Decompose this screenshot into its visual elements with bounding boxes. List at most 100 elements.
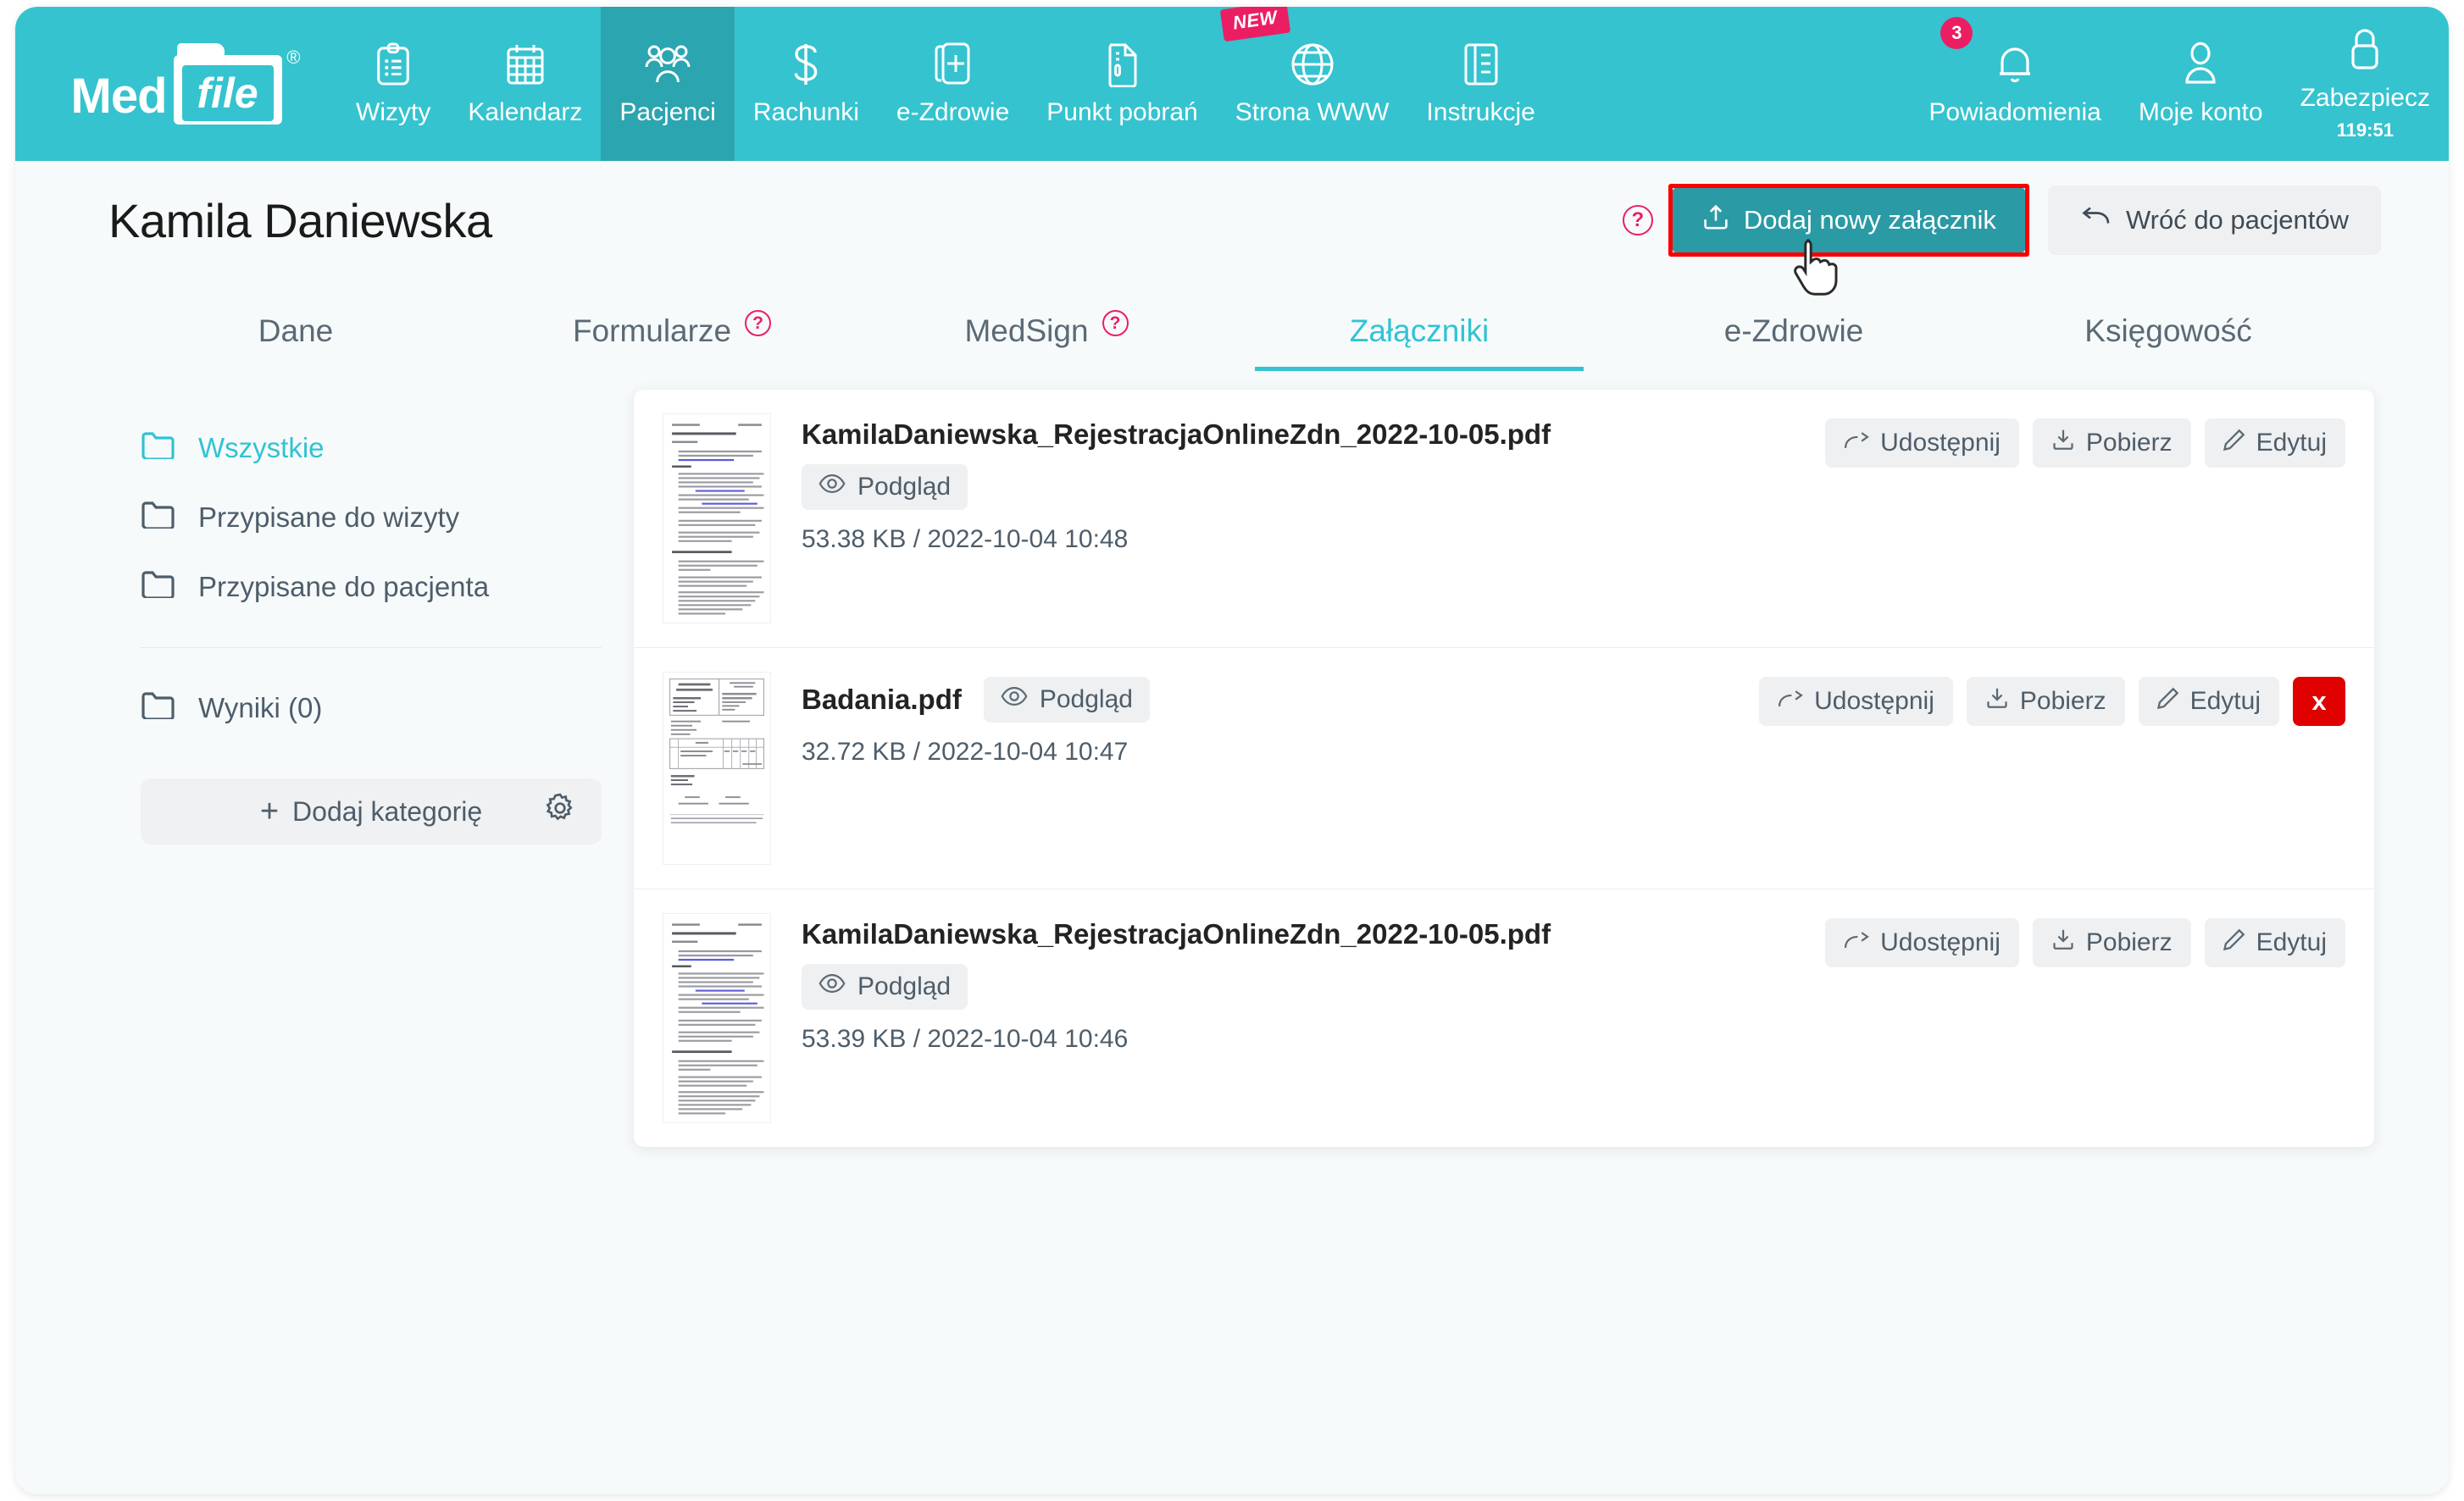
- document-thumbnail[interactable]: [663, 413, 771, 623]
- health-card-icon: [935, 41, 972, 88]
- row-actions: Udostępnij Pobierz: [1825, 913, 2345, 968]
- add-attachment-button[interactable]: Dodaj nowy załącznik: [1672, 188, 2025, 252]
- preview-button[interactable]: Podgląd: [983, 676, 1150, 723]
- tab-ksiegowosc[interactable]: Księgowość: [1981, 313, 2356, 371]
- share-icon: [1844, 928, 1869, 957]
- sidebar-item-label: Przypisane do wizyty: [198, 501, 460, 533]
- document-icon: [1105, 41, 1140, 88]
- share-icon: [1778, 687, 1803, 716]
- nav-label: Zabezpiecz: [2300, 84, 2430, 112]
- preview-button[interactable]: Podgląd: [802, 464, 968, 510]
- edit-button[interactable]: Edytuj: [2204, 918, 2345, 968]
- page-header: Kamila Daniewska ? Dodaj nowy załącznik: [15, 161, 2449, 296]
- sidebar-item-wyniki[interactable]: Wyniki (0): [108, 673, 634, 743]
- user-icon: [2181, 41, 2220, 88]
- tab-dane[interactable]: Dane: [108, 313, 483, 371]
- sidebar-divider: [141, 647, 602, 648]
- folder-icon: [141, 430, 175, 466]
- download-button[interactable]: Pobierz: [2032, 418, 2191, 468]
- pencil-icon: [2156, 687, 2179, 716]
- add-attachment-label: Dodaj nowy załącznik: [1743, 205, 1996, 235]
- new-badge: NEW: [1219, 7, 1290, 42]
- attachment-info: KamilaDaniewska_RejestracjaOnlineZdn_202…: [802, 913, 1825, 1054]
- arrow-left-icon: [2080, 204, 2111, 236]
- nav-label: Rachunki: [752, 98, 859, 126]
- share-label: Udostępnij: [1880, 928, 2001, 957]
- calendar-icon: [505, 41, 546, 88]
- notification-count-badge: 3: [1940, 17, 1973, 49]
- table-row: Badania.pdf Podgląd 32.72 KB / 2022-10-0…: [634, 648, 2374, 890]
- help-icon[interactable]: ?: [745, 310, 772, 336]
- dollar-icon: [789, 41, 823, 88]
- attachments-card: KamilaDaniewska_RejestracjaOnlineZdn_202…: [634, 390, 2374, 1148]
- tab-formularze[interactable]: Formularze ?: [483, 310, 857, 371]
- upload-icon: [1701, 202, 1730, 238]
- share-button[interactable]: Udostępnij: [1759, 676, 1953, 726]
- nav-item-ezdrowie[interactable]: e-Zdrowie: [878, 7, 1028, 161]
- download-button[interactable]: Pobierz: [1966, 676, 2125, 726]
- nav-item-moje-konto[interactable]: Moje konto: [2120, 7, 2282, 161]
- brand-logo[interactable]: Med file ®: [15, 7, 337, 161]
- delete-button[interactable]: x: [2293, 676, 2345, 726]
- document-thumbnail[interactable]: [663, 671, 771, 866]
- sidebar-item-przypisane-do-wizyty[interactable]: Przypisane do wizyty: [108, 483, 634, 552]
- preview-button[interactable]: Podgląd: [802, 964, 968, 1011]
- tab-medsign[interactable]: MedSign ?: [857, 310, 1232, 371]
- eye-icon: [819, 473, 846, 501]
- gear-icon[interactable]: [544, 792, 576, 831]
- share-button[interactable]: Udostępnij: [1825, 418, 2019, 468]
- pencil-icon: [2223, 429, 2245, 457]
- edit-button[interactable]: Edytuj: [2204, 418, 2345, 468]
- sidebar-item-przypisane-do-pacjenta[interactable]: Przypisane do pacjenta: [108, 552, 634, 622]
- add-attachment-highlight: Dodaj nowy załącznik: [1668, 184, 2029, 296]
- nav-label: Strona WWW: [1235, 98, 1390, 126]
- book-icon: [1462, 41, 1500, 88]
- nav-item-kalendarz[interactable]: Kalendarz: [449, 7, 601, 161]
- tab-label: Załączniki: [1349, 313, 1490, 348]
- main-area: Wszystkie Przypisane do wizyty Przypisan…: [15, 390, 2449, 1148]
- nav-item-punkt-pobran[interactable]: Punkt pobrań: [1028, 7, 1216, 161]
- tab-label: Księgowość: [2084, 313, 2252, 348]
- edit-label: Edytuj: [2256, 429, 2327, 457]
- document-thumbnail[interactable]: [663, 913, 771, 1124]
- tab-zalaczniki[interactable]: Załączniki: [1232, 313, 1607, 371]
- share-button[interactable]: Udostępnij: [1825, 918, 2019, 968]
- lock-icon: [2347, 26, 2383, 74]
- nav-item-rachunki[interactable]: Rachunki: [735, 7, 878, 161]
- globe-icon: [1290, 41, 1335, 88]
- edit-button[interactable]: Edytuj: [2138, 676, 2279, 726]
- preview-label: Podgląd: [1039, 684, 1133, 713]
- download-icon: [1985, 687, 2009, 716]
- share-label: Udostępnij: [1814, 686, 1934, 715]
- sidebar-item-label: Wszystkie: [198, 432, 325, 463]
- edit-label: Edytuj: [2256, 928, 2327, 957]
- download-button[interactable]: Pobierz: [2032, 918, 2191, 968]
- patients-icon: [642, 41, 693, 88]
- nav-item-zabezpiecz[interactable]: Zabezpiecz 119:51: [2282, 7, 2449, 161]
- table-row: KamilaDaniewska_RejestracjaOnlineZdn_202…: [634, 390, 2374, 648]
- nav-item-wizyty[interactable]: Wizyty: [337, 7, 449, 161]
- nav-item-instrukcje[interactable]: Instrukcje: [1407, 7, 1553, 161]
- nav-item-strona-www[interactable]: NEW Strona WWW: [1217, 7, 1408, 161]
- add-category-button[interactable]: + Dodaj kategorię: [141, 778, 602, 845]
- back-to-patients-button[interactable]: Wróć do pacjentów: [2047, 186, 2381, 255]
- help-icon[interactable]: ?: [1622, 205, 1653, 235]
- patient-tabs: Dane Formularze ? MedSign ? Załączniki e…: [15, 278, 2449, 371]
- tab-label: Dane: [258, 313, 334, 348]
- download-label: Pobierz: [2085, 429, 2173, 457]
- nav-label: Kalendarz: [468, 98, 583, 126]
- tab-ezdrowie[interactable]: e-Zdrowie: [1607, 313, 1981, 371]
- nav-label: e-Zdrowie: [896, 98, 1010, 126]
- nav-item-pacjenci[interactable]: Pacjenci: [601, 7, 735, 161]
- preview-label: Podgląd: [857, 972, 952, 1001]
- nav-item-powiadomienia[interactable]: 3 Powiadomienia: [1910, 7, 2119, 161]
- preview-label: Podgląd: [857, 473, 952, 501]
- pencil-icon: [2223, 928, 2245, 957]
- nav-label: Punkt pobrań: [1046, 98, 1198, 126]
- plus-icon: +: [259, 793, 280, 829]
- sidebar-item-wszystkie[interactable]: Wszystkie: [108, 413, 634, 483]
- row-actions: Udostępnij Pobierz: [1759, 672, 2345, 726]
- app-window: Med file ® Wizyty Kalendarz Pacjenci Rac…: [15, 7, 2449, 1494]
- attachment-filename: Badania.pdf: [802, 683, 962, 715]
- help-icon[interactable]: ?: [1102, 310, 1129, 336]
